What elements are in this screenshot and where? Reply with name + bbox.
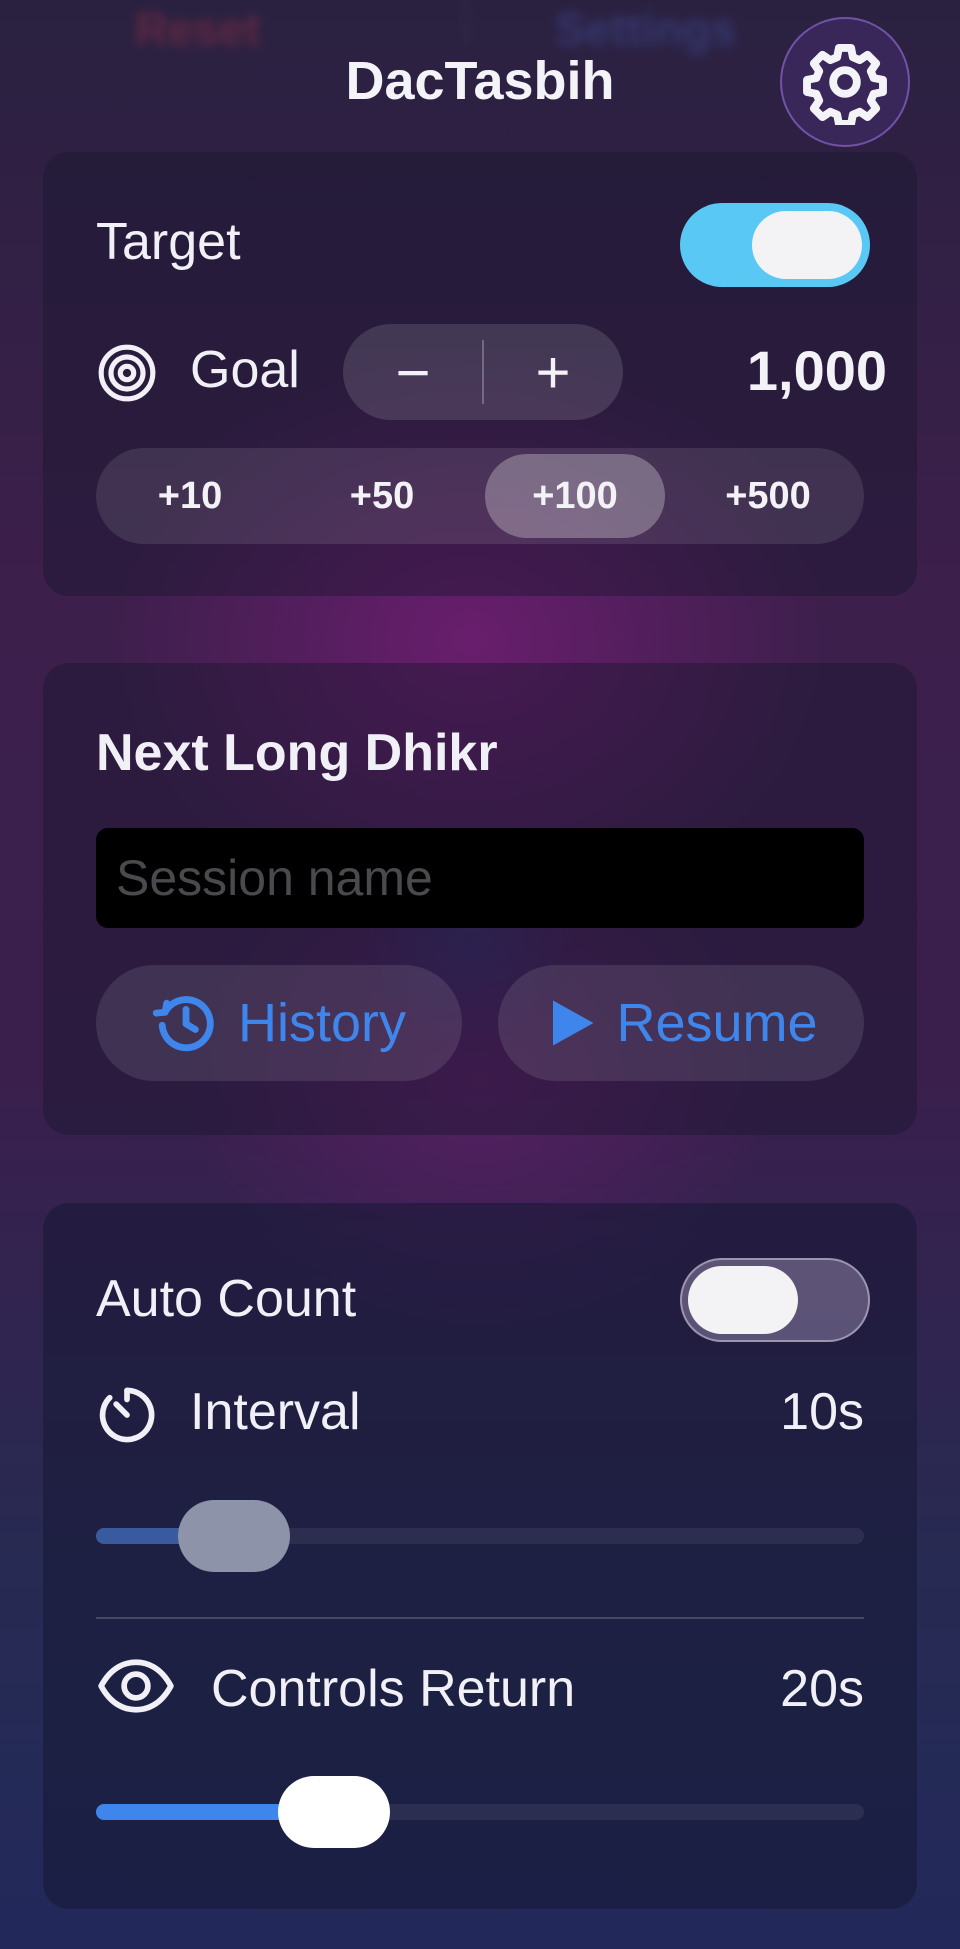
interval-slider[interactable] [96,1500,864,1572]
preset-10-button[interactable]: +10 [100,454,280,538]
section-divider [96,1617,864,1619]
dhikr-card: Next Long Dhikr History Resume [43,663,917,1135]
goal-stepper: − + [343,324,623,420]
preset-100-button[interactable]: +100 [485,454,665,538]
reset-ghost-label: Reset [135,3,261,55]
target-toggle[interactable] [680,203,870,287]
gear-icon [803,44,887,125]
controls-return-slider-thumb[interactable] [278,1776,391,1848]
preset-50-button[interactable]: +50 [292,454,472,538]
target-label: Target [96,213,241,271]
preset-segmented-control: +10 +50 +100 +500 [96,448,864,544]
preset-500-button[interactable]: +500 [678,454,858,538]
target-card: Target Goal − + 1,000 +10 +50 +100 +500 [43,152,917,596]
eye-icon [98,1659,174,1713]
controls-return-slider[interactable] [96,1776,864,1848]
auto-count-card: Auto Count Interval 10s Controls Return … [43,1203,917,1909]
session-name-input[interactable] [96,828,864,928]
interval-slider-thumb[interactable] [178,1500,291,1572]
controls-return-value: 20s [780,1660,864,1718]
decrement-button[interactable]: − [343,324,483,420]
timer-icon [99,1387,155,1443]
toggle-knob [752,211,862,279]
increment-button[interactable]: + [483,324,623,420]
settings-button[interactable] [780,17,910,147]
controls-return-label: Controls Return [211,1660,576,1718]
auto-count-toggle[interactable] [680,1258,870,1342]
resume-label: Resume [616,993,818,1053]
dhikr-title: Next Long Dhikr [96,724,498,782]
auto-count-label: Auto Count [96,1270,357,1328]
settings-ghost-label: Settings [555,3,737,55]
toggle-knob [688,1266,798,1334]
interval-value: 10s [780,1383,864,1441]
history-icon [152,996,214,1052]
history-button[interactable]: History [96,965,462,1081]
target-icon [98,344,156,402]
ghost-divider [465,0,467,46]
play-icon [553,1000,594,1046]
interval-label: Interval [190,1383,361,1441]
goal-value: 1,000 [746,339,887,402]
resume-button[interactable]: Resume [498,965,864,1081]
goal-label: Goal [190,341,300,399]
history-label: History [237,993,406,1053]
